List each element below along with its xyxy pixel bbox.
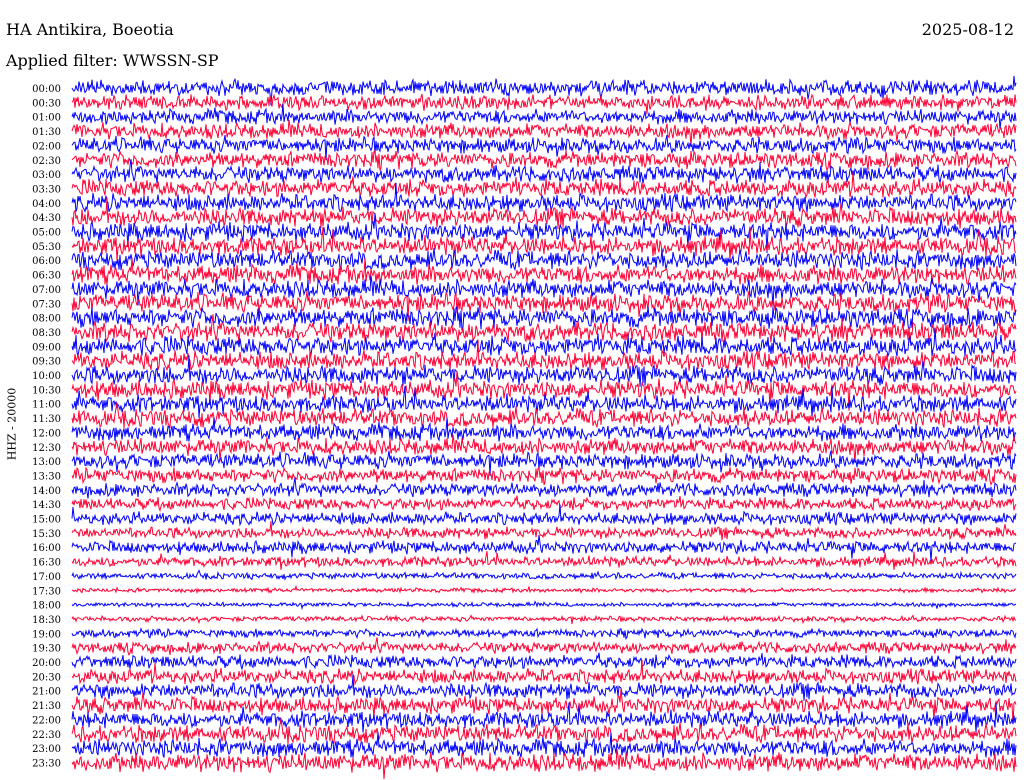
seismogram-chart: 00:00 00:30 01:00 01:30 02:00 02:30 03:00 03:30… [32,75,1017,780]
time-tick-label: 15:30 [32,529,61,540]
time-tick-label: 18:00 [32,601,61,612]
time-tick-label: 17:00 [32,572,61,583]
time-tick-label: 20:00 [32,658,61,669]
time-tick-label: 03:30 [32,184,61,195]
time-tick-label: 02:30 [32,156,61,167]
time-tick-label: 11:00 [32,400,61,411]
time-tick-label: 14:30 [32,500,61,511]
time-tick-label: 06:30 [32,271,61,282]
time-tick-label: 02:00 [32,141,61,152]
time-tick-label: 03:00 [32,170,61,181]
time-tick-label: 16:30 [32,558,61,569]
trace-row [71,417,1017,443]
time-tick-label: 05:30 [32,242,61,253]
time-tick-label: 19:30 [32,644,61,655]
time-tick-label: 17:30 [32,586,61,597]
trace-row [71,652,1017,671]
trace-row [71,93,1017,115]
time-tick-label: 09:00 [32,342,61,353]
filter-label: Applied filter: WWSSN-SP [6,51,219,70]
time-tick-label: 11:30 [32,414,61,425]
trace-group [71,75,1017,780]
time-tick-label: 07:30 [32,299,61,310]
trace-row [71,551,1017,570]
time-tick-label: 10:30 [32,385,61,396]
time-tick-label: 08:00 [32,314,61,325]
time-tick-label: 07:00 [32,285,61,296]
time-tick-label: 09:30 [32,357,61,368]
time-tick-label: 00:00 [32,84,61,95]
time-tick-label: 04:30 [32,213,61,224]
time-tick-labels: 00:00 00:30 01:00 01:30 02:00 02:30 03:00 03:30… [32,84,61,769]
time-tick-label: 01:00 [32,113,61,124]
trace-row [71,600,1017,611]
time-tick-label: 16:00 [32,543,61,554]
time-tick-label: 13:00 [32,457,61,468]
time-tick-label: 06:00 [32,256,61,267]
time-tick-label: 00:30 [32,98,61,109]
trace-row [71,314,1017,344]
trace-row [71,466,1017,486]
time-tick-label: 21:30 [32,701,61,712]
trace-row [71,614,1017,625]
trace-row [71,569,1017,581]
time-tick-label: 12:00 [32,428,61,439]
trace-row [72,584,1017,595]
date-label: 2025-08-12 [921,20,1014,39]
trace-row [71,718,1017,745]
trace-row [71,748,1017,780]
channel-axis-label: HHZ - 20000 [5,387,19,461]
time-tick-label: 10:00 [32,371,61,382]
time-tick-label: 23:30 [32,758,61,769]
time-tick-label: 18:30 [32,615,61,626]
time-tick-label: 15:00 [32,515,61,526]
time-tick-label: 12:30 [32,443,61,454]
time-tick-label: 04:00 [32,199,61,210]
time-tick-label: 21:00 [32,687,61,698]
station-title: HA Antikira, Boeotia [6,20,174,39]
time-tick-label: 08:30 [32,328,61,339]
trace-row [71,495,1017,512]
time-tick-label: 22:30 [32,730,61,741]
time-tick-label: 23:00 [32,744,61,755]
trace-row [71,535,1017,562]
time-tick-label: 01:30 [32,127,61,138]
time-tick-label: 19:00 [32,629,61,640]
time-tick-label: 22:00 [32,715,61,726]
trace-row [71,637,1017,656]
time-tick-label: 13:30 [32,471,61,482]
time-tick-label: 14:00 [32,486,61,497]
trace-row [71,627,1017,641]
trace-row [71,520,1017,541]
trace-row [71,732,1017,758]
time-tick-label: 05:00 [32,228,61,239]
time-tick-label: 20:30 [32,672,61,683]
